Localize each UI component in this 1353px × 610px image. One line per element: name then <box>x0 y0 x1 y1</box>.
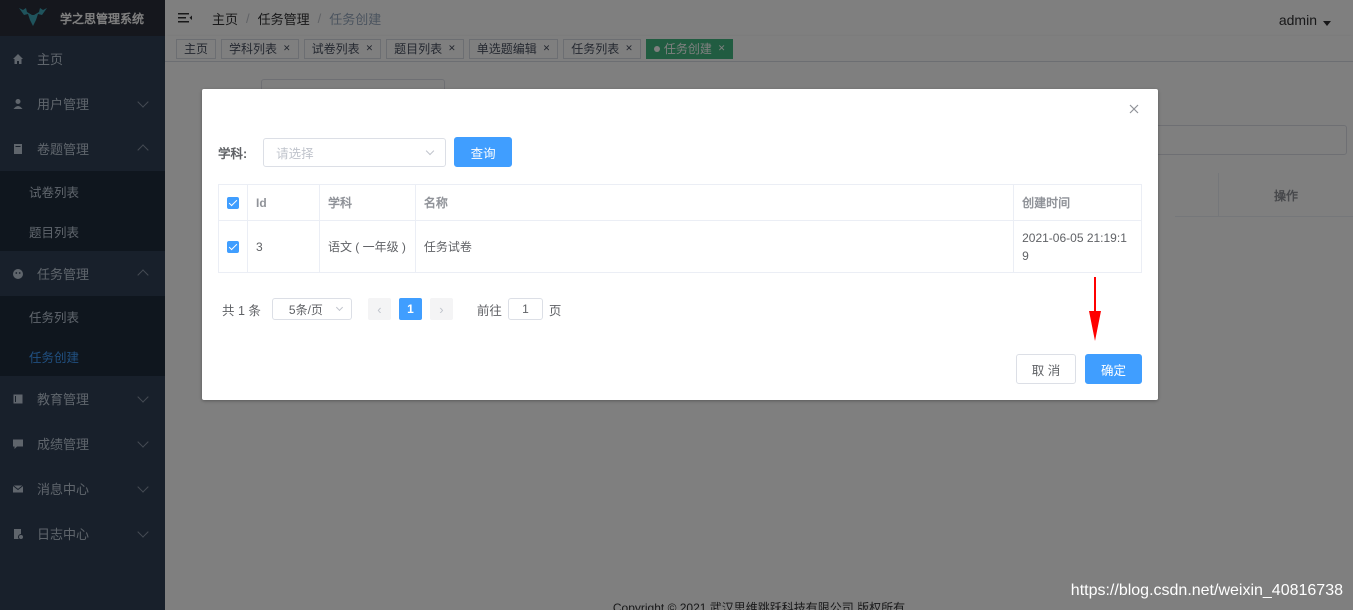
select-placeholder: 请选择 <box>276 146 314 161</box>
pagination: 共 1 条 5条/页 ‹ 1 › 前往 1 页 <box>222 298 561 320</box>
dialog-footer: 取 消 确定 <box>1016 354 1142 384</box>
column-header-id[interactable]: Id <box>247 184 320 221</box>
cell-created: 2021-06-05 21:19:19 <box>1013 220 1142 273</box>
chevron-left-icon: ‹ <box>377 301 382 317</box>
filter-form: 学科: 请选择 查询 <box>218 137 513 167</box>
page-number-current[interactable]: 1 <box>398 298 422 320</box>
watermark: https://blog.csdn.net/weixin_40816738 <box>1070 582 1343 599</box>
chevron-right-icon: › <box>439 301 444 317</box>
page-size-select[interactable]: 5条/页 <box>271 298 352 320</box>
row-checkbox[interactable] <box>227 241 239 254</box>
cell-id: 3 <box>247 220 320 273</box>
page-suffix-label: 页 <box>548 303 562 318</box>
paper-table: Id 学科 名称 创建时间 3 语文 ( 一年级 ) 任务试卷 2021-06-… <box>218 184 1142 273</box>
goto-page-input[interactable]: 1 <box>507 298 543 320</box>
annotation-arrow-icon <box>1089 277 1101 341</box>
chevron-down-icon <box>335 303 343 312</box>
subject-label: 学科: <box>218 146 248 161</box>
prev-page-button[interactable]: ‹ <box>367 298 391 320</box>
confirm-button[interactable]: 确定 <box>1085 354 1142 384</box>
subject-select[interactable]: 请选择 <box>263 137 447 167</box>
cell-name: 任务试卷 <box>414 220 1015 273</box>
select-paper-dialog: 学科: 请选择 查询 Id 学科 名称 创建时间 3 语文 ( 一年级 ) 任务… <box>202 89 1158 400</box>
table-header-row: Id 学科 名称 创建时间 <box>218 184 1142 221</box>
cell-subject: 语文 ( 一年级 ) <box>318 220 416 273</box>
row-select-cell <box>218 220 248 273</box>
close-icon[interactable] <box>1127 102 1141 116</box>
select-all-checkbox[interactable] <box>227 197 239 210</box>
chevron-down-icon <box>425 146 435 155</box>
select-all-cell <box>218 184 248 221</box>
query-button[interactable]: 查询 <box>454 137 513 167</box>
page-size-value: 5条/页 <box>288 302 323 317</box>
column-header-created[interactable]: 创建时间 <box>1013 184 1142 221</box>
column-header-name[interactable]: 名称 <box>414 184 1015 221</box>
table-row[interactable]: 3 语文 ( 一年级 ) 任务试卷 2021-06-05 21:19:19 <box>218 220 1142 273</box>
cancel-button[interactable]: 取 消 <box>1016 354 1076 384</box>
pagination-total: 共 1 条 <box>222 303 261 318</box>
column-header-subject[interactable]: 学科 <box>318 184 416 221</box>
goto-label: 前往 <box>476 303 502 318</box>
next-page-button[interactable]: › <box>429 298 453 320</box>
